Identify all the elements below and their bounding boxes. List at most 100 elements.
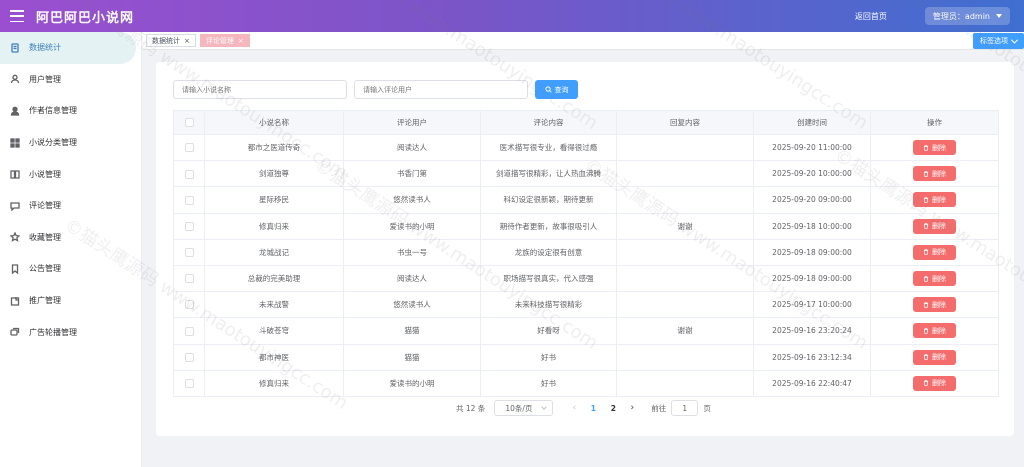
sidebar-item-6[interactable]: 收藏管理 — [0, 222, 141, 254]
goto-unit: 页 — [703, 403, 711, 413]
row-checkbox[interactable] — [184, 300, 194, 310]
cell-actions: 删除 — [870, 133, 999, 162]
goto-page-input[interactable] — [671, 400, 699, 416]
row-checkbox[interactable] — [184, 248, 194, 258]
row-checkbox-cell — [173, 160, 205, 188]
cell-reply — [616, 160, 754, 188]
delete-button-label: 删除 — [932, 169, 946, 178]
trash-icon — [923, 170, 929, 177]
prev-page-icon[interactable]: ‹ — [565, 403, 583, 413]
cell-novel: 剑道独尊 — [204, 160, 344, 188]
delete-button[interactable]: 删除 — [913, 166, 956, 182]
row-checkbox[interactable] — [184, 143, 194, 153]
user-icon — [10, 74, 20, 84]
cell-content: 好书 — [480, 369, 617, 397]
sidebar-item-5[interactable]: 评论管理 — [0, 190, 141, 222]
cell-novel: 龙城战记 — [204, 238, 344, 266]
delete-button[interactable]: 删除 — [913, 218, 956, 234]
cell-user: 猫猫 — [343, 343, 481, 371]
table-row: 总裁的完美助理 阅读达人 职场描写很真实，代入感强 2025-09-18 09:00:… — [173, 264, 999, 293]
cell-novel: 修真归来 — [204, 212, 344, 240]
tag-label: 评论管理 — [205, 36, 234, 45]
sidebar: 数据统计用户管理 作者信息管理小说分类管理小说管理 评论管理 收藏管理公告管理推广管理… — [0, 32, 142, 467]
cell-created: 2025-09-17 10:00:00 — [753, 291, 871, 319]
cell-user: 悠然读书人 — [343, 186, 481, 214]
sidebar-item-label: 数据统计 — [29, 43, 61, 53]
menu-toggle-icon[interactable] — [10, 10, 24, 22]
sidebar-item-label: 公告管理 — [29, 264, 61, 274]
person-filled-icon — [10, 106, 20, 116]
sidebar-item-2[interactable]: 作者信息管理 — [0, 95, 141, 127]
table-row: 修真归来 爱读书的小明 期待作者更新，故事很吸引人 谢谢 2025-09-18 10:0… — [173, 212, 999, 240]
cell-novel: 总裁的完美助理 — [204, 264, 344, 293]
delete-button-label: 删除 — [932, 326, 946, 335]
page-size-select[interactable]: 10条/页 — [494, 400, 554, 416]
row-checkbox[interactable] — [184, 274, 194, 284]
sidebar-item-9[interactable]: 广告轮播管理 — [0, 316, 141, 348]
row-checkbox[interactable] — [184, 169, 194, 179]
sidebar-item-3[interactable]: 小说分类管理 — [0, 127, 141, 159]
delete-button[interactable]: 删除 — [913, 140, 956, 156]
select-all-checkbox-cell — [173, 110, 205, 135]
delete-button[interactable]: 删除 — [913, 349, 956, 365]
table-row: 龙城战记 书虫一号 龙族的设定很有创意 2025-09-18 09:00:00 删除 — [173, 238, 999, 266]
delete-button[interactable]: 删除 — [913, 375, 956, 391]
comments-table: 小说名称 评论用户 评论内容 回复内容 创建时间 操作 都市之医道传奇 阅读达人医… — [173, 110, 999, 397]
home-link[interactable]: 返回首页 — [855, 11, 887, 22]
cell-novel: 未来战警 — [204, 291, 344, 319]
delete-button[interactable]: 删除 — [913, 297, 956, 313]
page-button-1[interactable]: 1 — [583, 404, 603, 413]
row-checkbox[interactable] — [184, 352, 194, 362]
page-button-2[interactable]: 2 — [603, 404, 623, 413]
cell-content: 医术描写很专业，看得很过瘾 — [480, 133, 617, 162]
sidebar-item-7[interactable]: 公告管理 — [0, 253, 141, 285]
close-icon[interactable]: × — [184, 37, 190, 45]
sidebar-item-0[interactable]: 数据统计 — [0, 32, 136, 64]
trash-icon — [923, 328, 929, 334]
cell-created: 2025-09-16 23:20:24 — [753, 317, 871, 345]
novel-name-search-input[interactable] — [173, 80, 347, 99]
row-checkbox[interactable] — [184, 326, 194, 336]
close-icon[interactable]: × — [238, 37, 244, 45]
row-checkbox[interactable] — [184, 379, 194, 389]
delete-button[interactable]: 删除 — [913, 244, 956, 260]
cell-user: 爱读书的小明 — [343, 212, 481, 240]
delete-button-label: 删除 — [932, 248, 946, 257]
next-page-icon[interactable]: › — [623, 403, 641, 413]
col-header-user: 评论用户 — [343, 110, 481, 135]
row-checkbox[interactable] — [184, 221, 194, 231]
cell-user: 书香门第 — [343, 160, 481, 188]
cell-novel: 都市之医道传奇 — [204, 133, 344, 162]
sidebar-item-label: 推广管理 — [29, 296, 61, 306]
sidebar-item-8[interactable]: 推广管理 — [0, 285, 141, 317]
tag-0[interactable]: 数据统计 × — [146, 34, 196, 47]
sidebar-item-label: 小说分类管理 — [29, 138, 77, 148]
admin-dropdown[interactable]: 管理员：admin — [924, 7, 1010, 25]
delete-button[interactable]: 删除 — [913, 323, 956, 339]
trash-icon — [923, 301, 929, 308]
delete-button-label: 删除 — [932, 222, 946, 231]
delete-button-label: 删除 — [932, 274, 946, 283]
delete-button[interactable]: 删除 — [913, 271, 956, 287]
row-checkbox-cell — [173, 369, 205, 397]
sidebar-item-1[interactable]: 用户管理 — [0, 64, 141, 96]
cell-content: 未来科技描写很精彩 — [480, 291, 617, 319]
sidebar-item-4[interactable]: 小说管理 — [0, 158, 141, 190]
row-checkbox-cell — [173, 238, 205, 266]
admin-label: 管理员：admin — [932, 11, 990, 21]
row-checkbox[interactable] — [184, 195, 194, 205]
cell-actions: 删除 — [870, 291, 999, 319]
tag-options-button[interactable]: 标签选项 — [973, 33, 1024, 49]
trash-icon — [923, 223, 929, 229]
search-button[interactable]: 查询 — [535, 80, 578, 99]
header-right: 返回首页 管理员：admin — [855, 0, 1024, 32]
delete-button[interactable]: 删除 — [913, 192, 956, 208]
table-row: 都市之医道传奇 阅读达人 医术描写很专业，看得很过瘾 2025-09-20 11:00… — [173, 133, 999, 162]
comment-user-search-input[interactable] — [354, 80, 528, 99]
select-all-checkbox[interactable] — [184, 118, 194, 128]
cell-reply — [616, 238, 754, 266]
cell-actions: 删除 — [870, 238, 999, 266]
cell-content: 期待作者更新，故事很吸引人 — [480, 212, 617, 240]
row-checkbox-cell — [173, 343, 205, 371]
tag-1[interactable]: 评论管理 × — [199, 34, 250, 47]
